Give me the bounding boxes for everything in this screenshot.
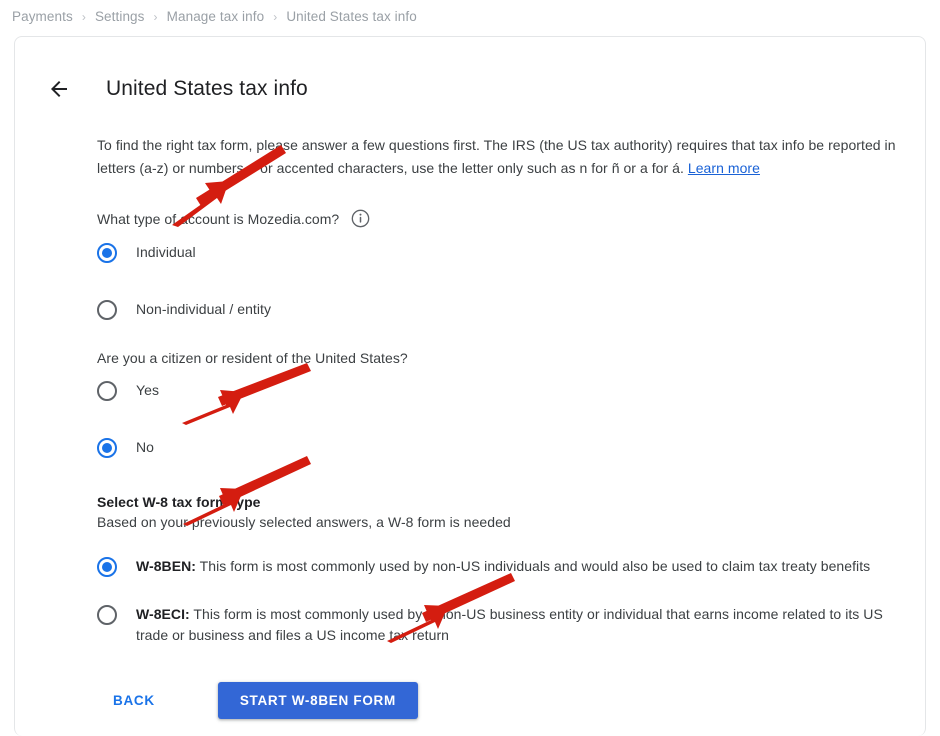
start-w8ben-form-button[interactable]: START W-8BEN FORM [217,681,418,719]
question-citizen-residency: Are you a citizen or resident of the Uni… [97,350,901,366]
radio-option-non-individual[interactable]: Non-individual / entity [97,299,901,321]
radio-w8ben-label: W-8BEN: This form is most commonly used … [136,556,870,578]
page-title: United States tax info [106,77,308,101]
breadcrumb-separator-icon: › [81,9,86,24]
card-header: United States tax info [15,37,925,115]
question-account-type: What type of account is Mozedia.com? [97,209,901,228]
radio-option-yes[interactable]: Yes [97,380,901,402]
radio-w8ben-name: W-8BEN: [136,558,196,575]
radio-individual-label: Individual [136,244,196,261]
question-account-type-label: What type of account is Mozedia.com? [97,210,340,227]
radio-w8ben-indicator[interactable] [97,557,117,578]
breadcrumb-item-manage-tax-info[interactable]: Manage tax info [167,9,265,24]
info-circle-icon[interactable] [351,209,370,228]
question-citizen-residency-label: Are you a citizen or resident of the Uni… [97,350,408,367]
radio-individual-indicator[interactable] [97,243,117,264]
radio-w8eci-label: W-8ECI: This form is most commonly used … [136,604,901,647]
breadcrumb-item-payments[interactable]: Payments [12,9,73,24]
action-buttons: BACK START W-8BEN FORM [97,681,901,719]
back-button[interactable]: BACK [97,683,171,718]
radio-non-individual-label: Non-individual / entity [136,301,271,318]
breadcrumb-item-settings[interactable]: Settings [95,9,145,24]
card-body: To find the right tax form, please answe… [15,134,925,719]
breadcrumb-item-united-states-tax-info: United States tax info [286,9,417,24]
radio-option-individual[interactable]: Individual [97,242,901,264]
radio-w8ben-description: This form is most commonly used by non-U… [195,558,871,575]
radio-yes-label: Yes [136,382,159,399]
form-type-heading: Select W-8 tax form type [97,494,261,511]
breadcrumb: Payments › Settings › Manage tax info › … [12,9,417,24]
form-type-subheading: Based on your previously selected answer… [97,514,511,531]
radio-no-label: No [136,439,154,456]
tax-info-card: United States tax info To find the right… [14,36,926,736]
radio-yes-indicator[interactable] [97,381,117,402]
radio-w8eci-indicator[interactable] [97,604,117,625]
learn-more-link[interactable]: Learn more [688,160,760,176]
radio-option-w8ben[interactable]: W-8BEN: This form is most commonly used … [97,556,901,578]
intro-paragraph: To find the right tax form, please answe… [97,134,897,179]
radio-w8eci-description: This form is most commonly used by a non… [136,605,883,644]
radio-option-w8eci[interactable]: W-8ECI: This form is most commonly used … [97,604,901,647]
radio-non-individual-indicator[interactable] [97,300,117,321]
breadcrumb-separator-icon: › [153,9,158,24]
radio-option-no[interactable]: No [97,437,901,459]
back-arrow-icon[interactable] [39,69,79,109]
intro-text: To find the right tax form, please answe… [97,137,896,176]
radio-w8eci-name: W-8ECI: [136,605,190,622]
breadcrumb-separator-icon: › [273,9,278,24]
radio-no-indicator[interactable] [97,438,117,459]
